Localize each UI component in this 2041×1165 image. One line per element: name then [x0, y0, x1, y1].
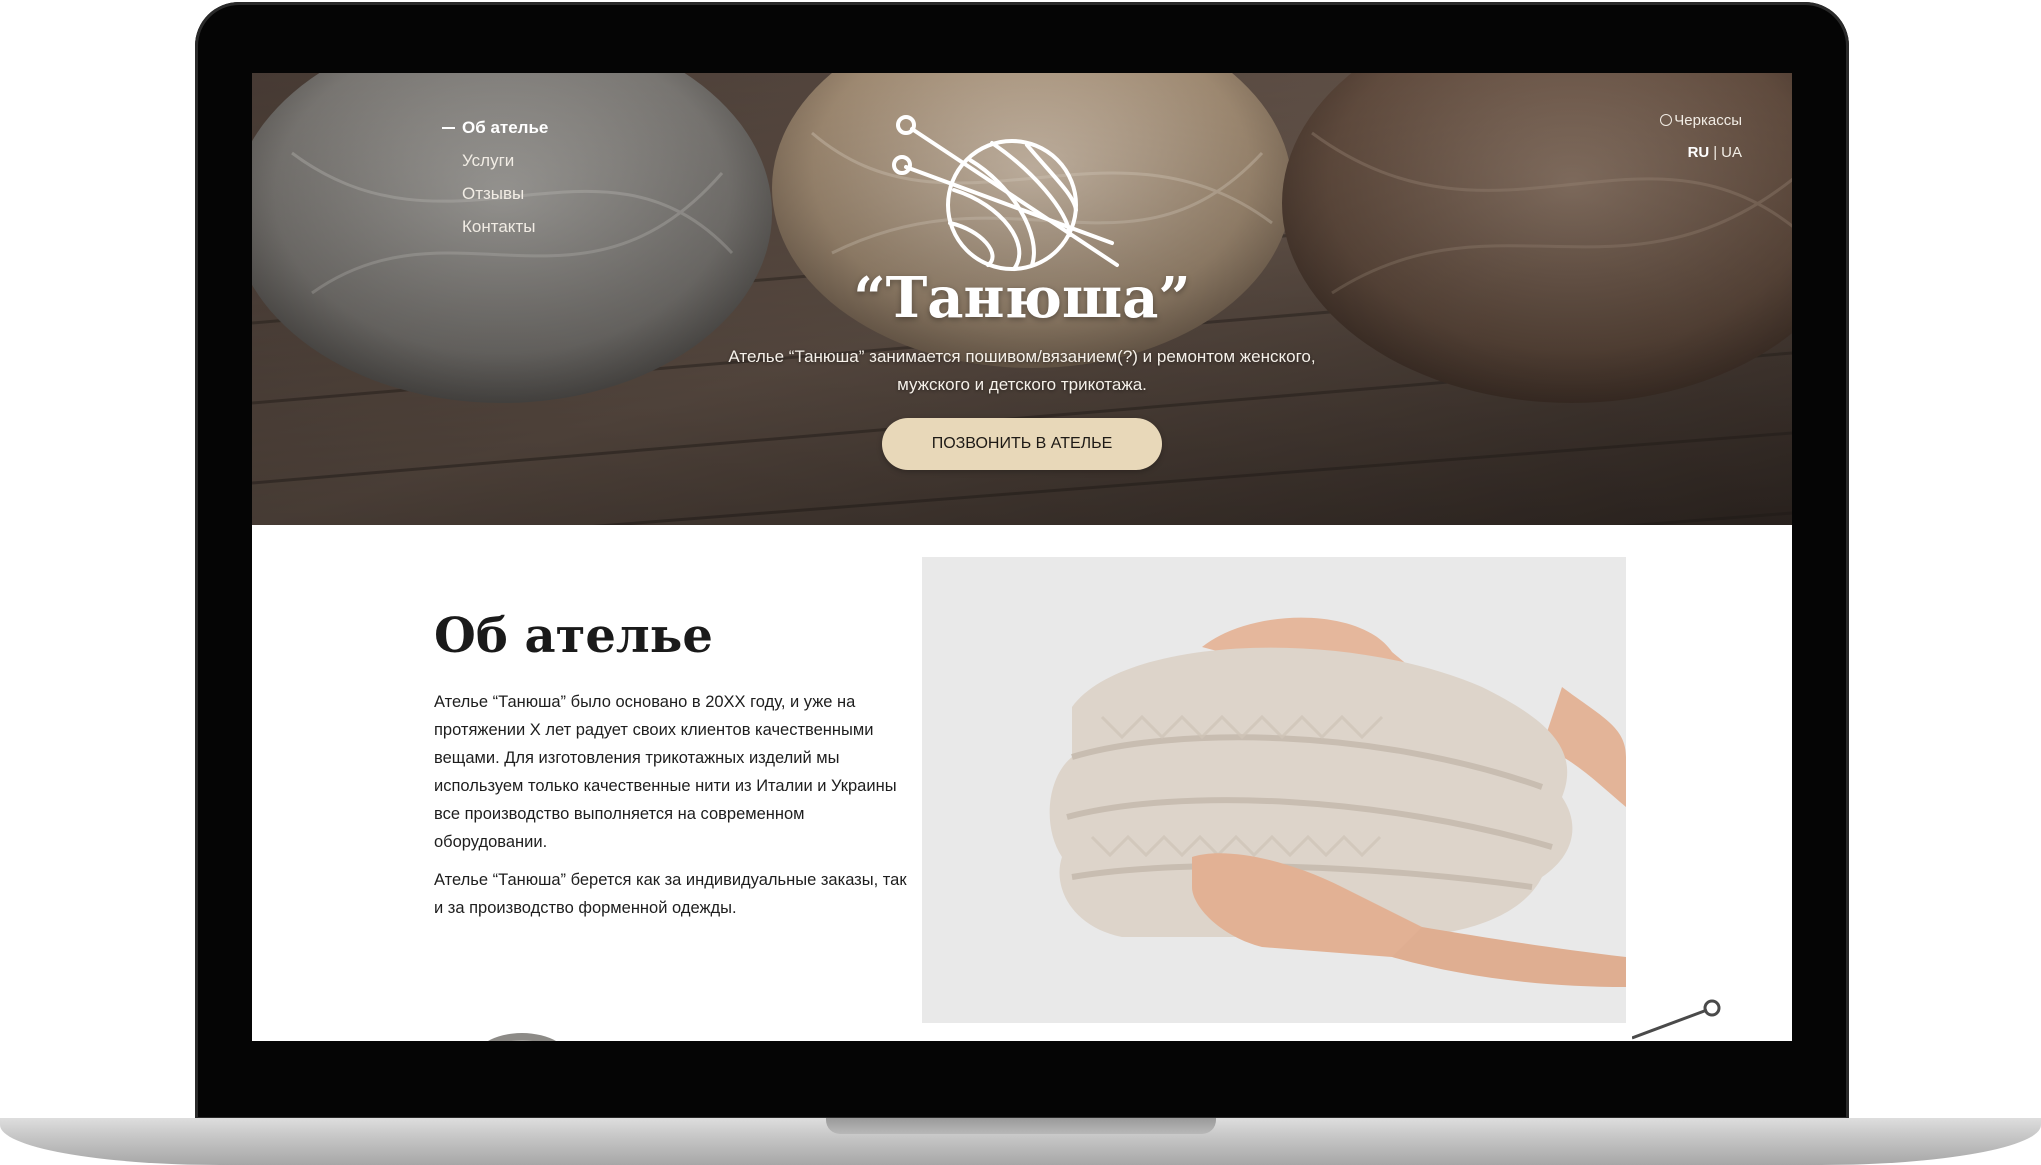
website-screen: Об ателье Услуги Отзывы Контакты Черкасс… [252, 73, 1792, 1041]
nav-item-services[interactable]: Услуги [442, 144, 548, 177]
yarn-ball-decoration [488, 1033, 556, 1041]
lang-ru-link[interactable]: RU [1688, 144, 1710, 161]
nav-item-about[interactable]: Об ателье [442, 111, 548, 144]
header-utility: Черкассы RU | UA [1660, 111, 1742, 163]
lang-ua-link[interactable]: UA [1721, 144, 1742, 161]
about-paragraph-2: Ателье “Танюша” берется как за индивидуа… [434, 871, 907, 917]
about-text: Ателье “Танюша” было основано в 20ХХ год… [434, 688, 914, 932]
brand-title: “Танюша” [853, 265, 1191, 331]
hero-description: Ателье “Танюша” занимается пошивом/вязан… [728, 347, 1316, 394]
lang-separator: | [1713, 144, 1718, 161]
city-label: Черкассы [1674, 112, 1742, 129]
hero-section: Об ателье Услуги Отзывы Контакты Черкасс… [252, 73, 1792, 525]
call-atelier-button[interactable]: ПОЗВОНИТЬ В АТЕЛЬЕ [882, 418, 1162, 470]
laptop-notch [826, 1118, 1216, 1134]
city-selector[interactable]: Черкассы [1660, 111, 1742, 131]
language-switcher: RU | UA [1660, 143, 1742, 163]
main-nav: Об ателье Услуги Отзывы Контакты [442, 111, 548, 243]
knitting-needle-decoration [1632, 999, 1721, 1040]
knitwear-photo [922, 557, 1626, 1023]
about-heading: Об ателье [434, 608, 713, 664]
map-pin-icon [1660, 114, 1673, 126]
nav-item-reviews[interactable]: Отзывы [442, 177, 548, 210]
about-paragraph-1: Ателье “Танюша” было основано в 20ХХ год… [434, 693, 897, 851]
nav-item-contacts[interactable]: Контакты [442, 210, 548, 243]
